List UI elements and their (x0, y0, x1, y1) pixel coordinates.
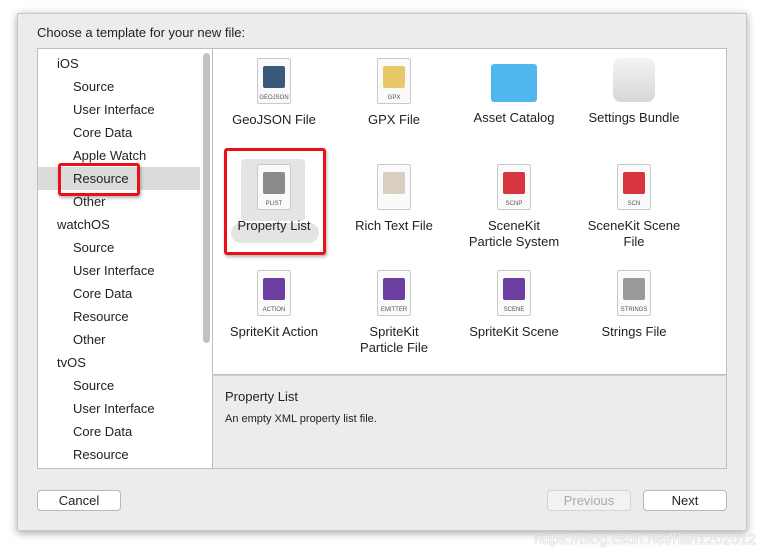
sidebar-item[interactable]: Source (38, 236, 200, 259)
sidebar-scrollbar[interactable] (203, 53, 210, 343)
spritekit-action-icon: ACTION (257, 270, 291, 316)
watermark: https://blog.csdn.net/han1202012 (534, 531, 756, 548)
template-label: SceneKit Scene File (587, 218, 681, 249)
sidebar-item[interactable]: Source (38, 75, 200, 98)
icon-tag: SCENE (503, 307, 525, 313)
template-label: GPX File (367, 112, 420, 127)
scenekit-scene-icon: SCN (617, 164, 651, 210)
icon-tag: SCN (627, 201, 641, 207)
previous-button[interactable]: Previous (547, 490, 631, 511)
sidebar-item[interactable]: Source (38, 374, 200, 397)
template-item[interactable]: Asset Catalog (454, 58, 574, 126)
icon-tag: SCNP (505, 201, 523, 207)
template-item[interactable]: GEOJSON GeoJSON File (214, 58, 334, 128)
template-label: SceneKit Particle System (468, 218, 560, 249)
template-item[interactable]: STRINGS Strings File (574, 270, 694, 340)
template-label: Settings Bundle (588, 110, 680, 125)
icon-tag: GEOJSON (259, 95, 289, 101)
template-description: Property List An empty XML property list… (213, 375, 727, 469)
sidebar-item[interactable]: tvOS (38, 351, 200, 374)
template-label: SpriteKit Particle File (360, 324, 428, 355)
sidebar-item[interactable]: watchOS (38, 213, 200, 236)
icon-art (383, 172, 405, 194)
template-item[interactable]: Rich Text File (334, 164, 454, 234)
icon-tag: STRINGS (620, 307, 648, 313)
rich-text-file-icon (377, 164, 411, 210)
sidebar-item[interactable]: Resource (38, 443, 200, 466)
template-label: SpriteKit Scene (469, 324, 559, 339)
description-title: Property List (225, 389, 298, 404)
lego-block-icon (613, 58, 655, 102)
sidebar-item[interactable]: Other (38, 328, 200, 351)
sidebar-item[interactable]: Core Data (38, 121, 200, 144)
sidebar-item[interactable]: User Interface (38, 259, 200, 282)
highlight-box-resource (58, 163, 140, 196)
sidebar-item[interactable]: User Interface (38, 98, 200, 121)
icon-tag: EMITTER (380, 307, 408, 313)
icon-art (383, 278, 405, 300)
spritekit-scene-icon: SCENE (497, 270, 531, 316)
icon-art (263, 66, 285, 88)
template-item[interactable]: Settings Bundle (574, 58, 694, 126)
icon-art (503, 278, 525, 300)
sidebar-item[interactable]: Core Data (38, 420, 200, 443)
cancel-button[interactable]: Cancel (37, 490, 121, 511)
sidebar-item[interactable]: Resource (38, 305, 200, 328)
template-item[interactable]: SCENE SpriteKit Scene (454, 270, 574, 340)
icon-art (503, 172, 525, 194)
icon-art (623, 278, 645, 300)
template-item[interactable]: SCN SceneKit Scene File (574, 164, 694, 250)
template-item[interactable]: ACTION SpriteKit Action (214, 270, 334, 340)
icon-tag: GPX (387, 95, 401, 101)
platform-category-list: iOS Source User Interface Core Data Apple Wa… (37, 48, 213, 469)
dialog-prompt: Choose a template for your new file: (37, 25, 246, 40)
icon-tag: ACTION (262, 307, 286, 313)
sidebar-item[interactable]: User Interface (38, 397, 200, 420)
icon-art (383, 66, 405, 88)
next-button[interactable]: Next (643, 490, 727, 511)
sidebar-item[interactable]: Core Data (38, 282, 200, 305)
template-item[interactable]: GPX GPX File (334, 58, 454, 128)
geojson-file-icon: GEOJSON (257, 58, 291, 104)
template-label: SpriteKit Action (229, 324, 319, 339)
template-label: Asset Catalog (473, 110, 555, 125)
gpx-file-icon: GPX (377, 58, 411, 104)
template-label: GeoJSON File (232, 112, 316, 127)
icon-art (263, 278, 285, 300)
template-label: Strings File (601, 324, 667, 339)
description-text: An empty XML property list file. (225, 413, 377, 425)
strings-file-icon: STRINGS (617, 270, 651, 316)
icon-art (623, 172, 645, 194)
template-label: Rich Text File (355, 218, 433, 233)
folder-icon (491, 64, 537, 102)
sidebar-item[interactable]: iOS (38, 52, 200, 75)
highlight-box-property-list (224, 148, 326, 255)
template-item[interactable]: EMITTER SpriteKit Particle File (334, 270, 454, 356)
scenekit-particle-icon: SCNP (497, 164, 531, 210)
spritekit-emitter-icon: EMITTER (377, 270, 411, 316)
template-item[interactable]: SCNP SceneKit Particle System (454, 164, 574, 250)
